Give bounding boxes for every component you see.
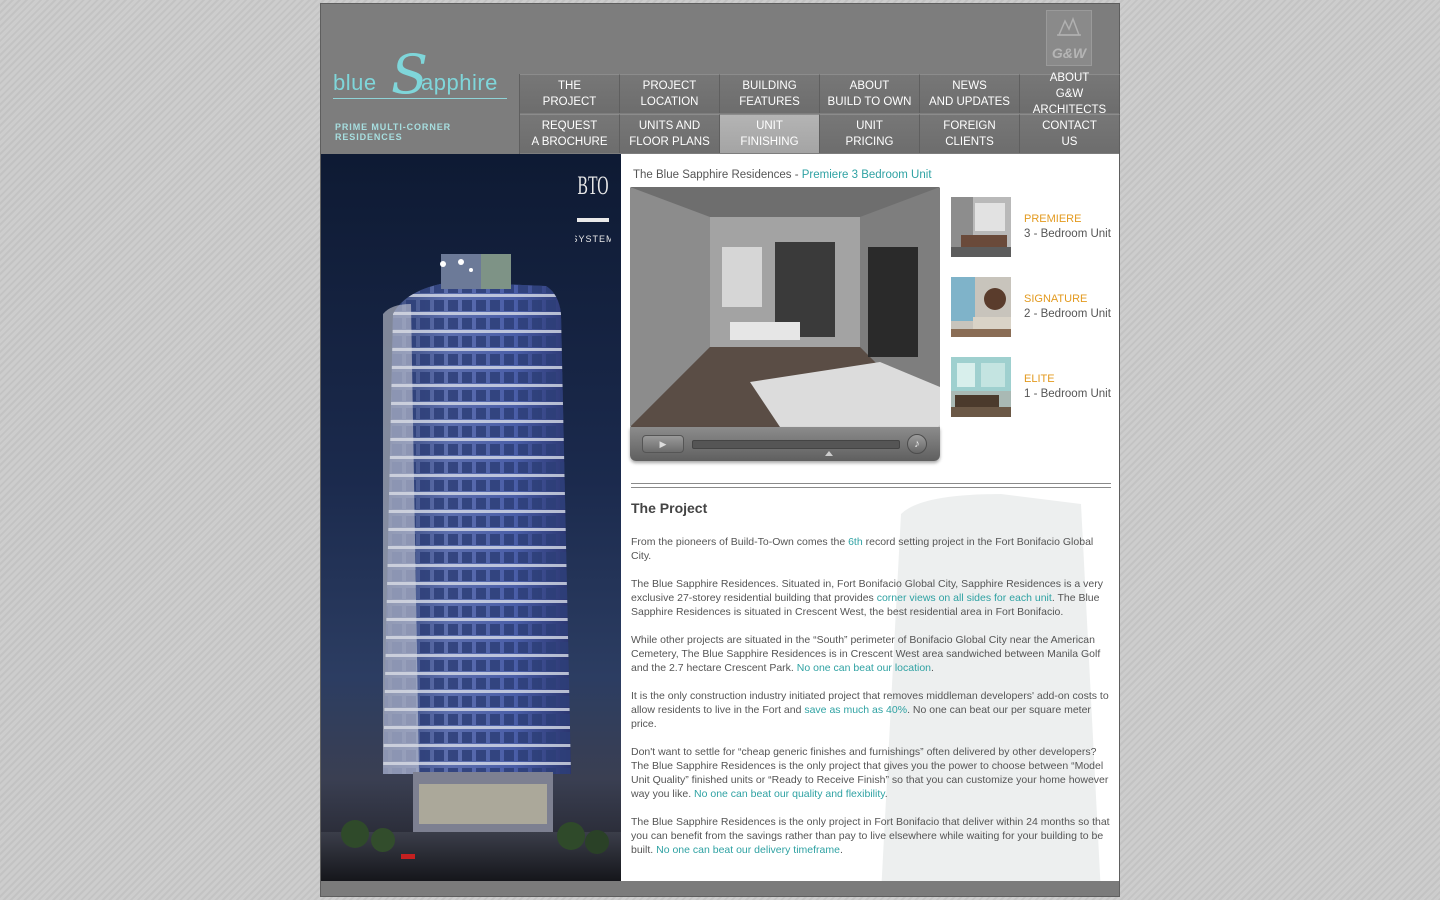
premiere-room-photo (951, 197, 1011, 257)
blue-sapphire-logo[interactable]: blue S apphire PRIME MULTI-CORNER RESIDE… (333, 48, 513, 142)
nav-units-floor-plans[interactable]: UNITS AND FLOOR PLANS (620, 114, 720, 153)
nav-contact-us[interactable]: CONTACT US (1020, 114, 1120, 153)
gw-building-icon (1057, 17, 1081, 36)
elite-room-photo (951, 357, 1011, 417)
nav-unit-finishing[interactable]: UNIT FINISHING (720, 114, 820, 153)
tower-illustration (321, 254, 621, 881)
unit-premiere-thumbnail[interactable] (951, 197, 1011, 257)
article-title: The Project (631, 500, 708, 516)
seek-handle-icon[interactable] (825, 451, 833, 456)
article-paragraph: While other projects are situated in the… (631, 634, 1101, 674)
signature-room-photo (951, 277, 1011, 337)
highlight-link: No one can beat our quality and flexibil… (694, 788, 885, 800)
bto-system-logo: BTO SYSTEM (575, 171, 611, 244)
section-divider-secondary (631, 487, 1111, 488)
nav-foreign-clients[interactable]: FOREIGN CLIENTS (920, 114, 1020, 153)
logo-tagline: PRIME MULTI-CORNER RESIDENCES (335, 122, 452, 142)
play-icon[interactable]: ▶ (642, 435, 684, 453)
nav-the-project[interactable]: THE PROJECT (520, 74, 620, 113)
gw-architects-logo[interactable]: G&W (1046, 10, 1092, 66)
interior-video-frame (630, 187, 940, 427)
highlight-link: save as much as 40% (804, 704, 908, 716)
unit-elite[interactable]: ELITE 1 - Bedroom Unit (951, 357, 1111, 419)
nav-unit-pricing[interactable]: UNIT PRICING (820, 114, 920, 153)
article-paragraph: From the pioneers of Build-To-Own comes … (631, 536, 1094, 562)
logo-underline (333, 98, 507, 99)
logo-word-right: apphire (421, 70, 498, 95)
nav-news-and-updates[interactable]: NEWS AND UPDATES (920, 74, 1020, 113)
article-paragraph: The Blue Sapphire Residences. Situated i… (631, 578, 1103, 618)
video-caption-unit: Premiere 3 Bedroom Unit (801, 169, 932, 181)
nav-building-features[interactable]: BUILDING FEATURES (720, 74, 820, 113)
main-content: The Blue Sapphire Residences - Premiere … (621, 154, 1119, 881)
article-paragraph: Don't want to settle for “cheap generic … (631, 746, 1109, 800)
highlight-link: 6th (848, 536, 863, 548)
tower-rendering: BTO SYSTEM (321, 154, 621, 881)
unit-signature[interactable]: SIGNATURE 2 - Bedroom Unit (951, 277, 1111, 339)
header: blue S apphire PRIME MULTI-CORNER RESIDE… (321, 4, 1121, 154)
svg-text:SYSTEM: SYSTEM (575, 234, 611, 244)
logo-word-left: blue (333, 70, 377, 95)
video-caption: The Blue Sapphire Residences - Premiere … (633, 169, 932, 181)
unit-signature-thumbnail[interactable] (951, 277, 1011, 337)
highlight-link: No one can beat our location (796, 662, 932, 674)
video-controls: ▶ ♪ (630, 427, 940, 461)
section-divider (631, 483, 1111, 484)
seek-bar[interactable] (692, 440, 900, 449)
highlight-link: No one can beat our delivery timeframe (656, 844, 840, 856)
unit-elite-name[interactable]: ELITE (1024, 373, 1055, 385)
unit-premiere-desc: 3 - Bedroom Unit (1024, 228, 1111, 240)
nav-about-build-to-own[interactable]: ABOUT BUILD TO OWN (820, 74, 920, 113)
nav-request-brochure[interactable]: REQUEST A BROCHURE (520, 114, 620, 153)
video-player[interactable] (630, 187, 940, 427)
nav-project-location[interactable]: PROJECT LOCATION (620, 74, 720, 113)
unit-signature-name[interactable]: SIGNATURE (1024, 293, 1087, 305)
nav-about-gw-architects[interactable]: ABOUT G&W ARCHITECTS (1020, 72, 1120, 116)
unit-premiere-name[interactable]: PREMIERE (1024, 213, 1081, 225)
article-paragraph: The Blue Sapphire Residences is the only… (631, 816, 1110, 856)
unit-elite-desc: 1 - Bedroom Unit (1024, 388, 1111, 400)
footer-bar (321, 881, 1119, 896)
article-paragraph: It is the only construction industry ini… (631, 690, 1109, 730)
site-frame: blue S apphire PRIME MULTI-CORNER RESIDE… (320, 3, 1120, 897)
gw-logo-text: G&W (1051, 45, 1087, 61)
volume-icon[interactable]: ♪ (907, 434, 927, 454)
highlight-link: corner views on all sides for each unit (876, 592, 1052, 604)
unit-signature-desc: 2 - Bedroom Unit (1024, 308, 1111, 320)
svg-text:BTO: BTO (578, 171, 609, 200)
unit-elite-thumbnail[interactable] (951, 357, 1011, 417)
project-article: The Project From the pioneers of Build-T… (631, 500, 1113, 871)
unit-premiere[interactable]: PREMIERE 3 - Bedroom Unit (951, 197, 1111, 259)
main-nav: THE PROJECT PROJECT LOCATION BUILDING FE… (519, 72, 1121, 154)
